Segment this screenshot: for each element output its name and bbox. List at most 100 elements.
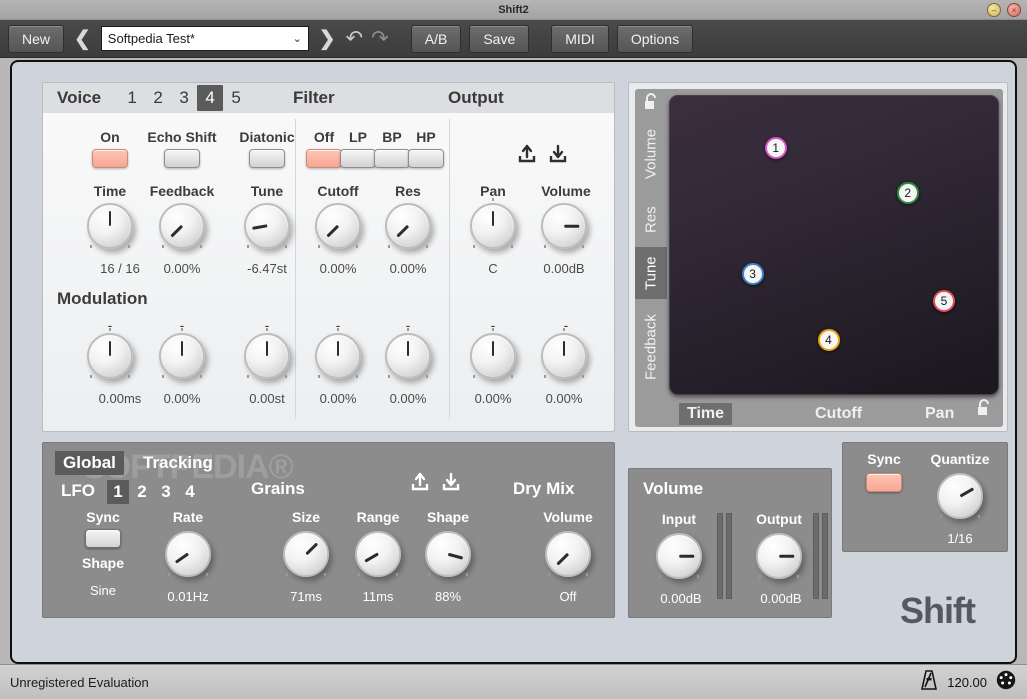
tune-knob[interactable]	[244, 203, 290, 249]
volume-meter-panel: Volume Input 0.00dB Output 0.00dB	[628, 468, 832, 618]
xy-y-res[interactable]: Res	[635, 193, 667, 247]
close-button[interactable]: ×	[1007, 3, 1021, 17]
mod-knob-6[interactable]	[470, 333, 516, 379]
filter-hp-button[interactable]	[408, 149, 444, 168]
voice-tab-4[interactable]: 4	[197, 85, 223, 111]
lfo-tab-2[interactable]: 2	[131, 480, 153, 504]
xy-y-feedback[interactable]: Feedback	[635, 299, 667, 395]
grain-size-knob[interactable]	[283, 531, 329, 577]
lfo-tab-3[interactable]: 3	[155, 480, 177, 504]
new-preset-button[interactable]: New	[8, 25, 64, 53]
lfo-sync-toggle[interactable]	[85, 529, 121, 548]
minimize-button[interactable]: –	[987, 3, 1001, 17]
on-toggle[interactable]	[92, 149, 128, 168]
time-knob[interactable]	[87, 203, 133, 249]
dry-volume-value: Off	[523, 589, 613, 604]
preset-selector[interactable]: Softpedia Test* ⌄	[101, 26, 309, 51]
grain-shape-knob[interactable]	[425, 531, 471, 577]
voice-tab-3[interactable]: 3	[171, 85, 197, 111]
echo-shift-toggle[interactable]	[164, 149, 200, 168]
mod-knob-5-pointer	[407, 341, 410, 356]
xy-dot-3[interactable]: 3	[742, 263, 764, 285]
grains-label: Grains	[251, 479, 305, 499]
plugin-window: Voice 1 2 3 4 5 Filter Output On Echo Sh…	[10, 60, 1017, 664]
mod-knob-2[interactable]	[159, 333, 205, 379]
mod-knob-7[interactable]	[541, 333, 587, 379]
tab-global[interactable]: Global	[55, 451, 124, 475]
mod-knob-5[interactable]	[385, 333, 431, 379]
filter-bp-button[interactable]	[374, 149, 410, 168]
voice-tab-5[interactable]: 5	[223, 85, 249, 111]
grain-shape-upload-icon[interactable]	[409, 471, 431, 493]
diatonic-toggle[interactable]	[249, 149, 285, 168]
xy-y-axis: Volume Res Tune Feedback	[635, 89, 667, 427]
output-label-vol: Output	[739, 511, 819, 527]
input-volume-knob[interactable]	[656, 533, 702, 579]
res-label: Res	[368, 183, 448, 199]
filter-lp-button[interactable]	[340, 149, 376, 168]
previous-preset-button[interactable]: ❮	[72, 29, 93, 49]
tab-tracking[interactable]: Tracking	[135, 451, 221, 475]
next-preset-button[interactable]: ❯	[317, 29, 338, 49]
window-controls: – ×	[987, 3, 1021, 17]
grain-range-knob[interactable]	[355, 531, 401, 577]
xy-y-tune[interactable]: Tune	[635, 247, 667, 299]
xy-dot-5[interactable]: 5	[933, 290, 955, 312]
output-volume-knob[interactable]	[756, 533, 802, 579]
grain-shape-download-icon[interactable]	[440, 471, 462, 493]
quantize-knob[interactable]	[937, 473, 983, 519]
global-panel: SOFTPEDIA® Global Tracking LFO 1 2 3 4 S…	[42, 442, 615, 618]
output-volume-knob-pointer	[779, 555, 794, 558]
metronome-icon[interactable]	[919, 669, 939, 696]
grain-shape-label: Shape	[403, 509, 493, 525]
mod-knob-3[interactable]	[244, 333, 290, 379]
upload-icon[interactable]	[516, 143, 538, 165]
bpm-value[interactable]: 120.00	[947, 675, 987, 690]
lfo-shape-label: Shape	[63, 555, 143, 571]
xy-lock-x-icon[interactable]	[975, 399, 991, 422]
pan-knob[interactable]	[470, 203, 516, 249]
lfo-tab-1[interactable]: 1	[107, 480, 129, 504]
plugin-brand-logo: Shift	[900, 590, 975, 632]
midi-button[interactable]: MIDI	[551, 25, 609, 53]
xy-dot-2[interactable]: 2	[897, 182, 919, 204]
output-meter-left	[813, 513, 819, 599]
options-button[interactable]: Options	[617, 25, 693, 53]
download-icon[interactable]	[547, 143, 569, 165]
out-volume-value: 0.00dB	[514, 261, 614, 276]
redo-icon[interactable]: ↷	[371, 28, 389, 49]
dry-volume-knob[interactable]	[545, 531, 591, 577]
xy-x-axis: Time Cutoff Pan	[667, 401, 1003, 427]
undo-icon[interactable]: ↶	[346, 28, 364, 49]
out-volume-knob[interactable]	[541, 203, 587, 249]
xy-dot-4[interactable]: 4	[818, 329, 840, 351]
xy-dot-3-label: 3	[749, 267, 756, 281]
lfo-rate-value: 0.01Hz	[143, 589, 233, 604]
out-volume-label: Volume	[521, 183, 611, 199]
midi-din-icon[interactable]	[995, 669, 1017, 696]
xy-y-volume[interactable]: Volume	[635, 115, 667, 193]
voice-label: Voice	[43, 88, 101, 108]
mod-knob-4[interactable]	[315, 333, 361, 379]
lfo-rate-knob[interactable]	[165, 531, 211, 577]
xy-dot-1[interactable]: 1	[765, 137, 787, 159]
voice-tab-1[interactable]: 1	[119, 85, 145, 111]
cutoff-label: Cutoff	[298, 183, 378, 199]
ab-compare-button[interactable]: A/B	[411, 25, 462, 53]
xy-x-cutoff[interactable]: Cutoff	[807, 403, 870, 425]
voice-tab-2[interactable]: 2	[145, 85, 171, 111]
xy-dot-5-label: 5	[941, 294, 948, 308]
feedback-knob[interactable]	[159, 203, 205, 249]
lfo-tab-4[interactable]: 4	[179, 480, 201, 504]
xy-x-time[interactable]: Time	[679, 403, 732, 425]
sync-toggle[interactable]	[866, 473, 902, 492]
lfo-shape-value[interactable]: Sine	[63, 583, 143, 598]
filter-off-button[interactable]	[306, 149, 342, 168]
xy-pad-surface[interactable]: 1 2 3 4 5	[669, 95, 999, 395]
save-button[interactable]: Save	[469, 25, 529, 53]
xy-x-pan[interactable]: Pan	[917, 403, 962, 425]
mod-knob-1[interactable]	[87, 333, 133, 379]
cutoff-knob[interactable]	[315, 203, 361, 249]
quantize-label: Quantize	[915, 451, 1005, 467]
res-knob[interactable]	[385, 203, 431, 249]
